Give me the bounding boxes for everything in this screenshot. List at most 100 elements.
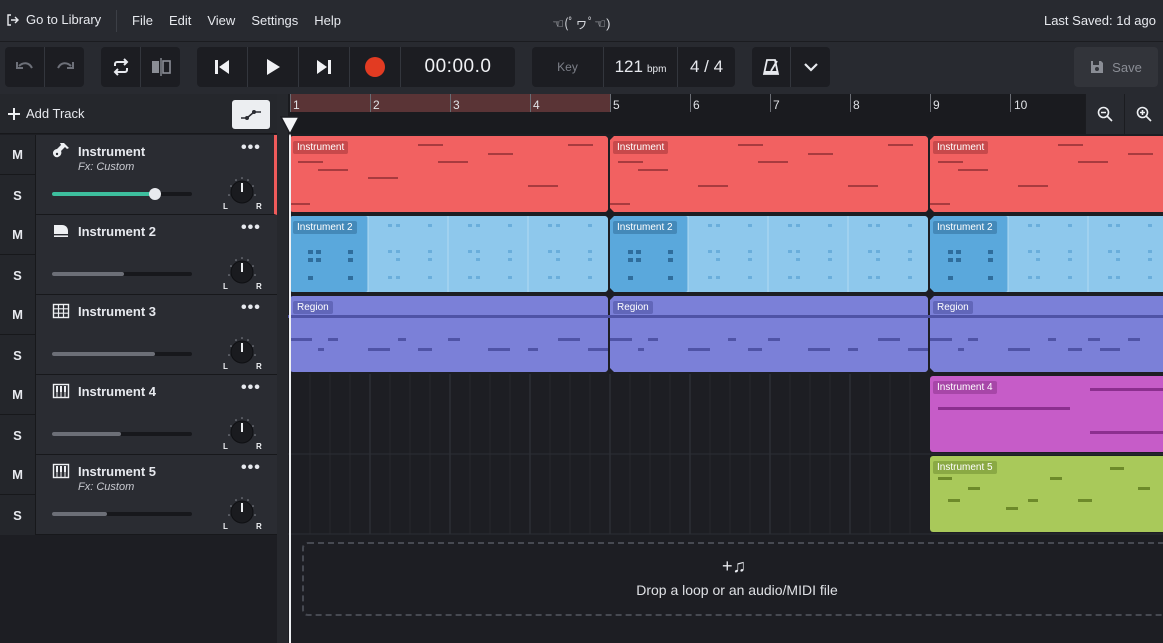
bpm-value: 121 [614, 57, 643, 76]
metronome-options-button[interactable] [791, 47, 830, 87]
save-button[interactable]: Save [1074, 47, 1158, 87]
mute-button[interactable]: M [0, 295, 35, 335]
track-name[interactable]: Instrument 3 [78, 304, 156, 319]
track-options-button[interactable]: ••• [241, 219, 261, 237]
mute-button[interactable]: M [0, 375, 35, 415]
bar-number: 2 [373, 98, 380, 112]
volume-slider[interactable] [52, 352, 192, 356]
track-options-button[interactable]: ••• [241, 299, 261, 317]
menu-file[interactable]: File [132, 13, 153, 28]
bar-tick [1010, 94, 1011, 112]
track-header[interactable]: M S Instrument 2 ••• LR [0, 215, 277, 295]
split-button[interactable] [141, 47, 180, 87]
skip-forward-icon [317, 60, 331, 74]
volume-fill [52, 192, 156, 196]
track-name[interactable]: Instrument 5 [78, 464, 156, 479]
track-header[interactable]: M S Instrument 3 ••• LR [0, 295, 277, 375]
timeline-ruler[interactable]: 1 2 3 4 5 6 7 8 9 10 [288, 94, 1163, 134]
solo-button[interactable]: S [0, 415, 35, 455]
keyboard-icon [52, 383, 70, 399]
skip-forward-button[interactable] [299, 47, 350, 87]
svg-text:L: L [223, 522, 228, 531]
skip-back-button[interactable] [197, 47, 248, 87]
add-track-button[interactable]: Add Track [8, 106, 85, 121]
track-name[interactable]: Instrument 2 [78, 224, 156, 239]
track-name[interactable]: Instrument [78, 144, 145, 159]
region-label: Instrument 5 [933, 461, 997, 474]
mute-button[interactable]: M [0, 455, 35, 495]
loop-toggle[interactable] [101, 47, 141, 87]
solo-button[interactable]: S [0, 335, 35, 375]
bar-tick [930, 94, 931, 112]
go-to-library-button[interactable]: Go to Library [6, 12, 101, 27]
mute-solo-column: M S [0, 295, 36, 375]
bar-number: 3 [453, 98, 460, 112]
record-button[interactable] [350, 47, 401, 87]
zoom-in-button[interactable] [1124, 94, 1163, 134]
volume-slider[interactable] [52, 432, 192, 436]
piano-icon [54, 225, 68, 237]
track3-regions [288, 296, 1163, 372]
bar-tick [690, 94, 691, 112]
volume-fill [52, 352, 155, 356]
pan-knob[interactable]: LR [222, 172, 262, 212]
track1-regions [290, 136, 1163, 212]
track-fx: Fx: Custom [78, 161, 135, 173]
menu-list: File Edit View Settings Help [132, 13, 341, 28]
metronome-toggle[interactable] [752, 47, 791, 87]
key-selector[interactable]: Key [532, 47, 604, 87]
track-name[interactable]: Instrument 4 [78, 384, 156, 399]
play-button[interactable] [248, 47, 299, 87]
menu-help[interactable]: Help [314, 13, 341, 28]
bar-number: 1 [293, 98, 300, 112]
solo-button[interactable]: S [0, 495, 35, 535]
skip-back-icon [215, 60, 229, 74]
volume-slider[interactable] [52, 512, 192, 516]
menu-view[interactable]: View [207, 13, 235, 28]
pan-knob[interactable]: LR [222, 252, 262, 292]
playhead-handle[interactable] [280, 116, 300, 136]
bar-tick [530, 94, 531, 112]
track-header[interactable]: M S Instrument 5 Fx: Custom ••• LR [0, 455, 277, 535]
track-header[interactable]: M S Instrument Fx: Custom ••• LR [0, 135, 277, 215]
svg-text:R: R [256, 202, 262, 211]
track-fx: Fx: Custom [78, 481, 135, 493]
save-icon [1091, 61, 1104, 73]
volume-slider[interactable] [52, 188, 192, 200]
mute-button[interactable]: M [0, 135, 35, 175]
volume-slider[interactable] [52, 272, 192, 276]
drop-zone[interactable]: +♫ Drop a loop or an audio/MIDI file [302, 542, 1163, 616]
pan-knob[interactable]: LR [222, 412, 262, 452]
undo-icon [15, 62, 33, 69]
bpm-field[interactable]: 121 bpm [604, 47, 678, 87]
pan-knob[interactable]: LR [222, 492, 262, 532]
undo-button[interactable] [5, 47, 45, 87]
time-signature-field[interactable]: 4 / 4 [678, 47, 735, 87]
track-options-button[interactable]: ••• [241, 379, 261, 397]
transport-group: 00:00.0 [197, 47, 515, 87]
track-options-button[interactable]: ••• [241, 139, 261, 157]
menu-edit[interactable]: Edit [169, 13, 191, 28]
mute-button[interactable]: M [0, 215, 35, 255]
solo-button[interactable]: S [0, 175, 35, 215]
bar-tick [850, 94, 851, 112]
volume-fill [52, 272, 124, 276]
region-label: Region [613, 301, 653, 314]
chevron-down-icon [803, 63, 818, 72]
zoom-out-button[interactable] [1085, 94, 1124, 134]
redo-icon [56, 62, 74, 69]
menu-settings[interactable]: Settings [251, 13, 298, 28]
volume-thumb[interactable] [149, 188, 161, 200]
time-value: 00:00.0 [424, 56, 492, 77]
pan-knob[interactable]: LR [222, 332, 262, 372]
solo-button[interactable]: S [0, 255, 35, 295]
automation-button[interactable] [232, 100, 270, 129]
plus-icon [8, 107, 20, 120]
bar-number: 9 [933, 98, 940, 112]
panel-splitter[interactable] [277, 94, 288, 643]
redo-button[interactable] [45, 47, 84, 87]
track-header[interactable]: M S Instrument 4 ••• LR [0, 375, 277, 455]
track-options-button[interactable]: ••• [241, 459, 261, 477]
undo-redo-group [5, 47, 84, 87]
guitar-icon [53, 143, 69, 158]
